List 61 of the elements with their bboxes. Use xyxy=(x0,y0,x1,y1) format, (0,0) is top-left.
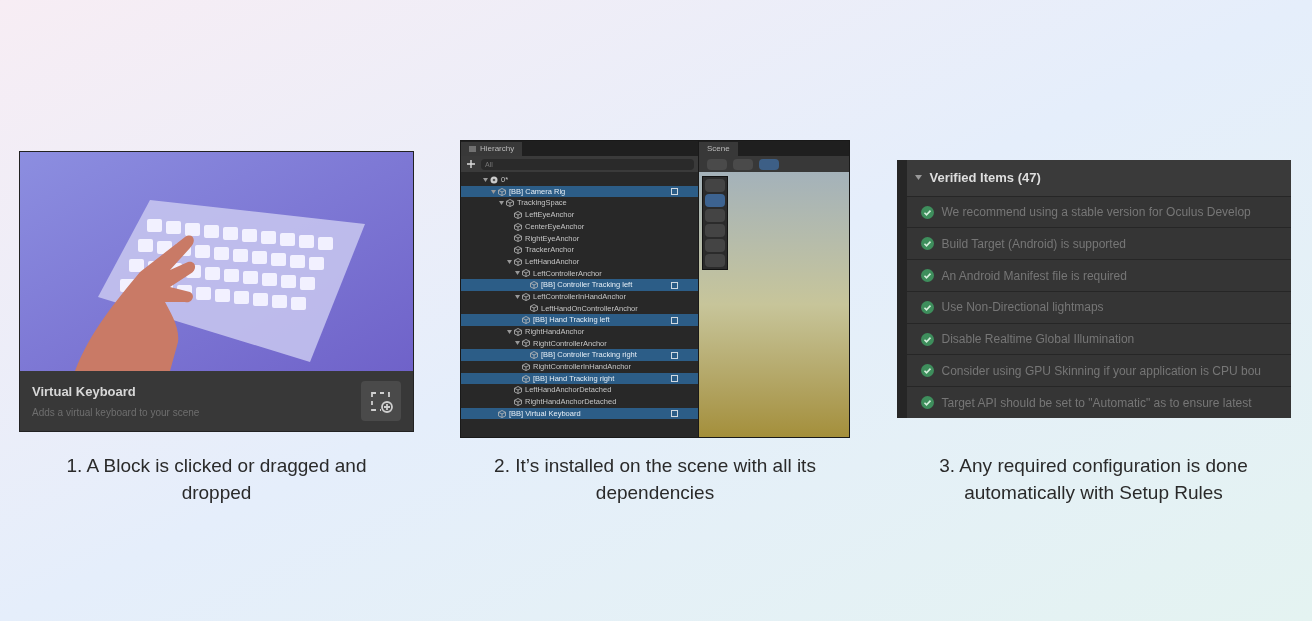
prefab-icon xyxy=(671,351,678,359)
cube-icon xyxy=(514,327,522,336)
rule-text: Consider using GPU Skinning if your application is CPU bou xyxy=(941,362,1261,380)
cube-icon xyxy=(514,245,522,254)
expand-arrow-icon[interactable] xyxy=(507,259,512,264)
cube-icon xyxy=(514,222,522,231)
block-title: Virtual Keyboard xyxy=(32,382,137,401)
cube-icon xyxy=(522,362,530,371)
cube-icon xyxy=(514,210,522,219)
scene-tab[interactable]: Scene xyxy=(699,142,738,156)
cube-icon xyxy=(522,269,530,278)
prefab-icon xyxy=(671,410,678,418)
check-icon xyxy=(920,396,934,410)
expand-arrow-icon[interactable] xyxy=(515,271,520,276)
rule-text: Disable Realtime Global Illumination xyxy=(941,331,1135,349)
rule-text: Use Non-Directional lightmaps xyxy=(941,299,1104,317)
check-icon xyxy=(920,300,934,314)
section-header: Verified Items (47) xyxy=(929,169,1041,188)
cube-icon xyxy=(506,199,514,208)
list-icon xyxy=(469,146,476,152)
cube-icon xyxy=(530,304,538,313)
cube-icon xyxy=(498,187,506,196)
step-caption: 2. It’s installed on the scene with all its dependencies xyxy=(493,454,817,505)
cube-icon xyxy=(514,397,522,406)
cube-icon xyxy=(530,351,538,360)
cube-icon xyxy=(514,257,522,266)
cube-icon xyxy=(522,292,530,301)
cube-icon xyxy=(522,339,530,348)
check-icon xyxy=(920,364,934,378)
add-icon[interactable] xyxy=(467,160,475,168)
cube-icon xyxy=(498,409,506,418)
rule-text: We recommend using a stable version for Oculus Develop xyxy=(941,204,1251,222)
step-caption: 1. A Block is clicked or dragged and dropped xyxy=(65,454,368,505)
expand-arrow-icon[interactable] xyxy=(515,341,520,346)
expand-arrow-icon[interactable] xyxy=(507,329,512,334)
rule-text: Build Target (Android) is supported xyxy=(941,235,1127,253)
check-icon xyxy=(920,237,934,251)
collapse-arrow-icon[interactable] xyxy=(914,175,922,181)
check-icon xyxy=(920,332,934,346)
cube-icon xyxy=(522,374,530,383)
rule-text: An Android Manifest file is required xyxy=(941,267,1127,285)
expand-arrow-icon[interactable] xyxy=(491,189,496,194)
cube-icon xyxy=(530,281,538,290)
check-icon xyxy=(920,269,934,283)
expand-arrow-icon[interactable] xyxy=(515,294,520,299)
expand-arrow-icon[interactable] xyxy=(499,201,504,206)
prefab-icon xyxy=(671,188,678,196)
tab-label: Hierarchy xyxy=(480,143,515,155)
prefab-icon xyxy=(671,316,678,324)
cube-icon xyxy=(514,386,522,395)
rule-text: Target API should be set to "Automatic" as to ensure latest xyxy=(941,394,1252,412)
prefab-icon xyxy=(671,281,678,289)
check-icon xyxy=(920,205,934,219)
expand-arrow-icon[interactable] xyxy=(483,177,488,182)
hierarchy-tab[interactable]: Hierarchy xyxy=(461,142,523,156)
add-block-button[interactable] xyxy=(361,381,401,421)
cube-icon xyxy=(522,316,530,325)
prefab-icon xyxy=(671,375,678,383)
scene-icon xyxy=(490,175,498,184)
step-caption: 3. Any required configuration is done automatically with Setup Rules xyxy=(938,454,1249,505)
cube-icon xyxy=(514,234,522,243)
